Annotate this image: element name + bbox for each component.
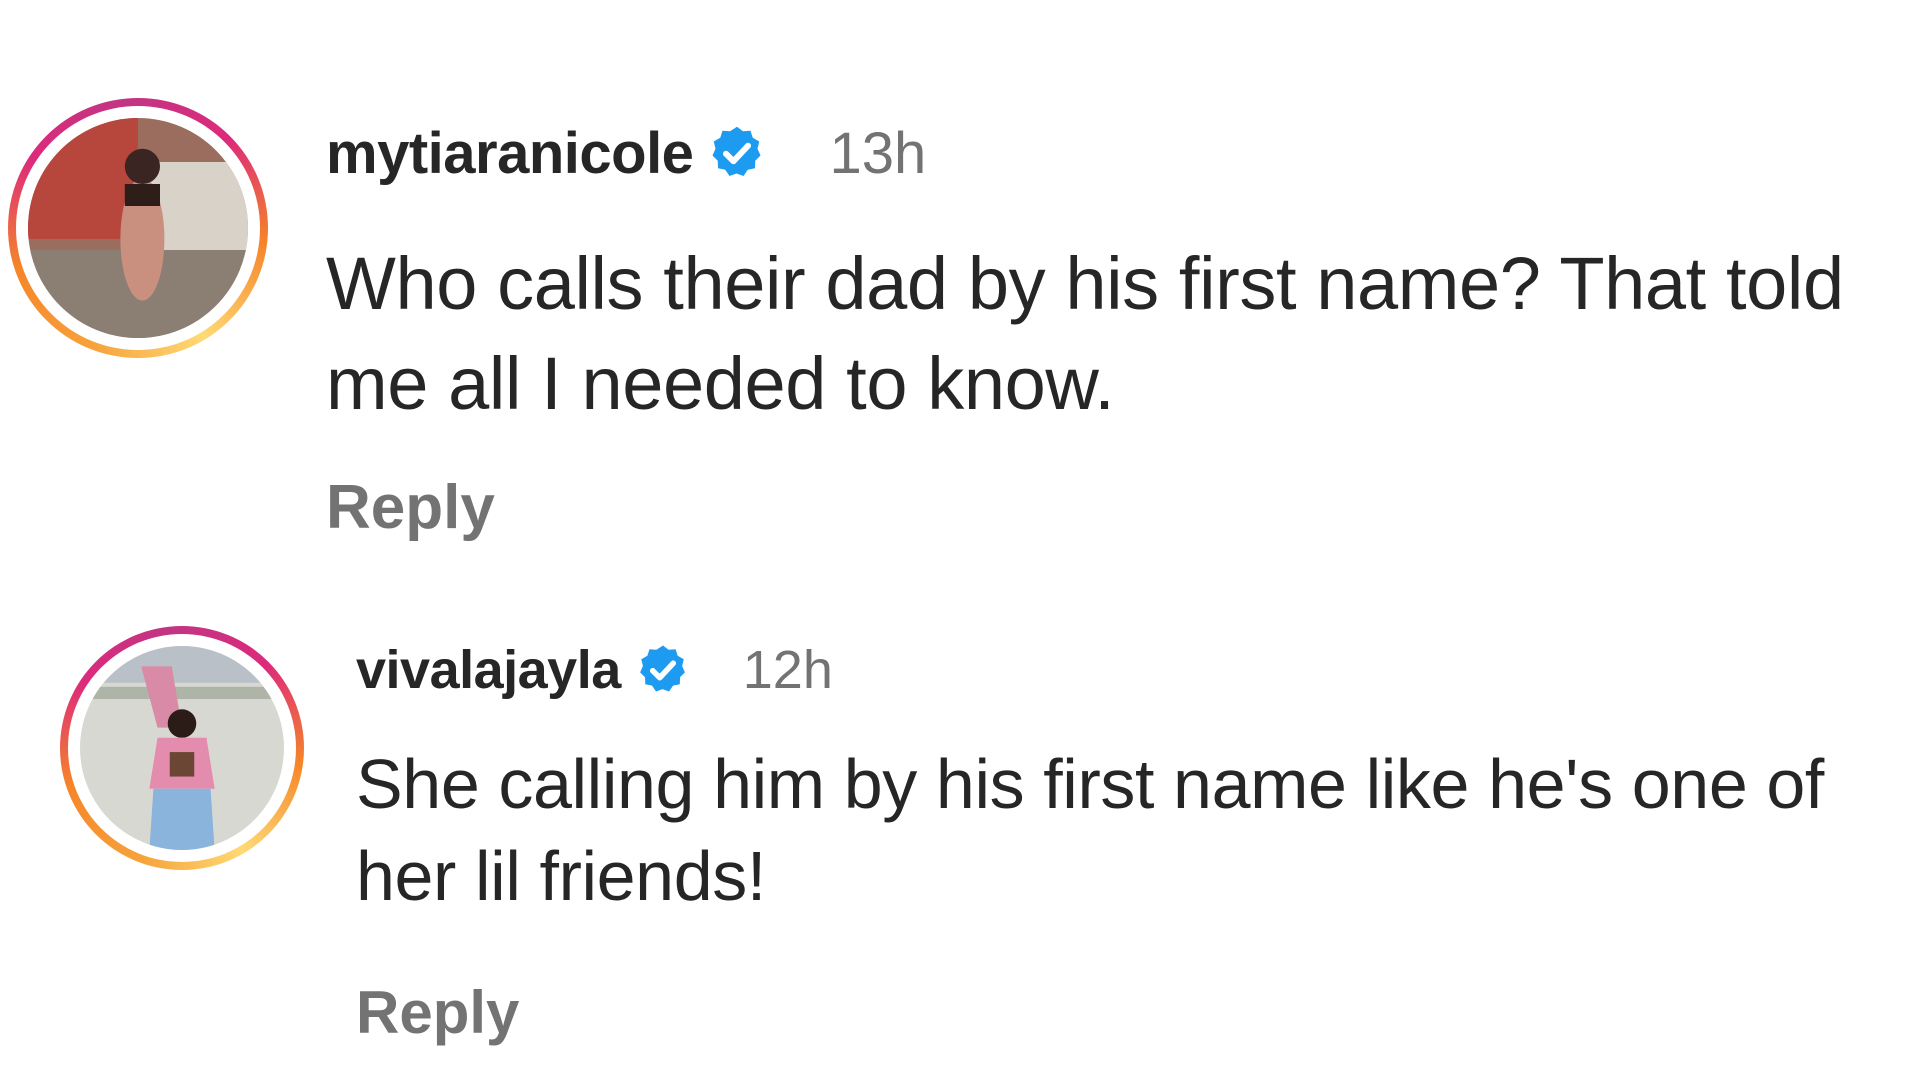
profile-photo-icon (80, 646, 284, 850)
avatar[interactable] (28, 118, 248, 338)
username[interactable]: vivalajayla (356, 639, 621, 701)
timestamp: 13h (829, 120, 927, 186)
verified-badge-icon (635, 642, 691, 698)
reply-button[interactable]: Reply (356, 978, 519, 1047)
reply-button[interactable]: Reply (326, 472, 495, 543)
comment-2: vivalajayla 12h She calling him by his f… (0, 560, 1920, 1080)
timestamp: 12h (742, 640, 833, 700)
avatar[interactable] (80, 646, 284, 850)
comment-header: mytiaranicole 13h (326, 118, 926, 188)
comment-header: vivalajayla 12h (356, 640, 833, 700)
username[interactable]: mytiaranicole (326, 120, 694, 187)
comment-1: mytiaranicole 13h Who calls their dad by… (0, 0, 1920, 560)
comment-text: She calling him by his first name like h… (356, 745, 1824, 915)
comment-text: Who calls their dad by his first name? T… (326, 242, 1844, 425)
profile-photo-icon (28, 118, 248, 338)
verified-badge-icon (707, 123, 767, 183)
